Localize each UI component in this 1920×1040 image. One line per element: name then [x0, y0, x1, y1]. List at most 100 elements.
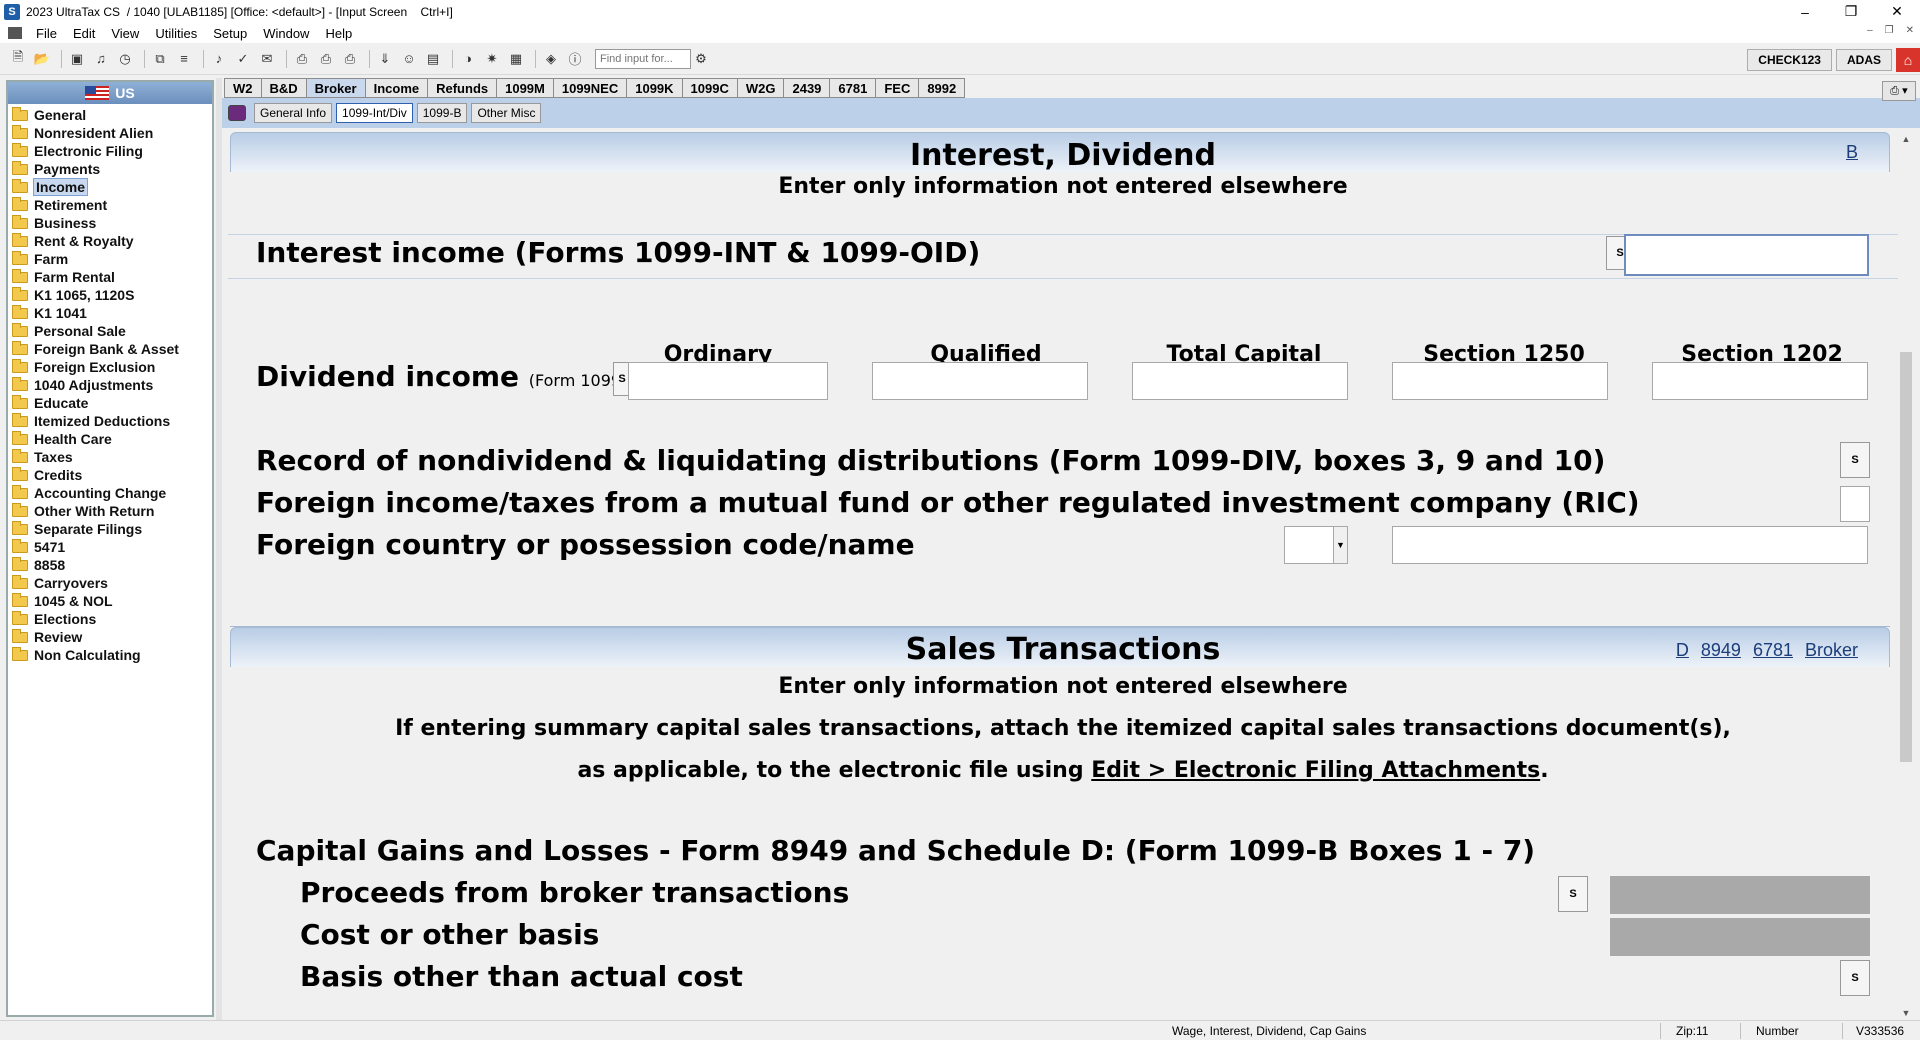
folder-item-nonresident-alien[interactable]: Nonresident Alien — [8, 124, 212, 142]
tab-refunds[interactable]: Refunds — [427, 78, 497, 98]
folder-item-1045-nol[interactable]: 1045 & NOL — [8, 592, 212, 610]
menu-view[interactable]: View — [103, 26, 147, 41]
foreign-country-name-input[interactable] — [1392, 526, 1868, 564]
folder-item-foreign-exclusion[interactable]: Foreign Exclusion — [8, 358, 212, 376]
mdi-close-icon[interactable]: ✕ — [1906, 25, 1914, 36]
folder-item-separate-filings[interactable]: Separate Filings — [8, 520, 212, 538]
scroll-thumb[interactable] — [1900, 352, 1912, 762]
chevron-down-icon[interactable]: ▼ — [1333, 527, 1347, 563]
close-icon[interactable]: ✕ — [1874, 0, 1920, 23]
section-1202-input[interactable] — [1652, 362, 1868, 400]
check123-button[interactable]: CHECK123 — [1747, 49, 1832, 71]
network-icon[interactable]: ◈ — [541, 49, 561, 69]
copy-icon[interactable]: ⧉ — [150, 49, 170, 69]
tab-1099k[interactable]: 1099K — [626, 78, 682, 98]
people-icon[interactable]: ☺ — [399, 49, 419, 69]
find-input[interactable] — [595, 48, 691, 69]
folder-item-other-with-return[interactable]: Other With Return — [8, 502, 212, 520]
tab-1099c[interactable]: 1099C — [681, 78, 737, 98]
list-icon[interactable]: ≡ — [174, 49, 194, 69]
print-icon[interactable]: ⎙ — [292, 49, 312, 69]
scroll-up-icon[interactable]: ▲ — [1898, 132, 1914, 146]
folder-item-payments[interactable]: Payments — [8, 160, 212, 178]
adas-button[interactable]: ADAS — [1835, 49, 1892, 71]
browser-icon[interactable]: ◑ — [458, 49, 478, 69]
tab-b-d[interactable]: B&D — [260, 78, 306, 98]
schedule-b-link[interactable]: B — [1846, 142, 1858, 163]
mdi-restore-icon[interactable]: ❐ — [1885, 25, 1894, 36]
folder-item-carryovers[interactable]: Carryovers — [8, 574, 212, 592]
subtab-1099-int-div[interactable]: 1099-Int/Div — [336, 103, 413, 123]
tab-income[interactable]: Income — [364, 78, 428, 98]
tab-broker[interactable]: Broker — [305, 78, 365, 98]
print-preview-icon[interactable]: ⎙ — [316, 49, 336, 69]
folder-item-foreign-bank-asset[interactable]: Foreign Bank & Asset — [8, 340, 212, 358]
folder-item-elections[interactable]: Elections — [8, 610, 212, 628]
folder-item-review[interactable]: Review — [8, 628, 212, 646]
folder-item-taxes[interactable]: Taxes — [8, 448, 212, 466]
folder-item-k1-1065-1120s[interactable]: K1 1065, 1120S — [8, 286, 212, 304]
broker-link[interactable]: Broker — [1805, 640, 1858, 661]
tab-fec[interactable]: FEC — [875, 78, 919, 98]
form-icon[interactable]: ▤ — [423, 49, 443, 69]
section-1250-input[interactable] — [1392, 362, 1608, 400]
total-capital-gains-input[interactable] — [1132, 362, 1348, 400]
minimize-icon[interactable]: – — [1782, 0, 1828, 23]
tab-w2g[interactable]: W2G — [736, 78, 784, 98]
document-icon[interactable] — [8, 27, 22, 39]
folder-item-retirement[interactable]: Retirement — [8, 196, 212, 214]
menu-file[interactable]: File — [28, 26, 65, 41]
folder-item-1040-adjustments[interactable]: 1040 Adjustments — [8, 376, 212, 394]
folder-item-income[interactable]: Income — [8, 178, 212, 196]
clock-icon[interactable]: ◷ — [115, 49, 135, 69]
menu-setup[interactable]: Setup — [205, 26, 255, 41]
menu-window[interactable]: Window — [255, 26, 317, 41]
folder-item-general[interactable]: General — [8, 106, 212, 124]
tab-w2[interactable]: W2 — [224, 78, 261, 98]
help-icon[interactable]: ⓘ — [565, 49, 585, 69]
folder-item-accounting-change[interactable]: Accounting Change — [8, 484, 212, 502]
calculator-icon[interactable]: ▦ — [506, 49, 526, 69]
folder-item-electronic-filing[interactable]: Electronic Filing — [8, 142, 212, 160]
folder-item-personal-sale[interactable]: Personal Sale — [8, 322, 212, 340]
vertical-scrollbar[interactable]: ▲ ▼ — [1898, 132, 1914, 1020]
find-go-icon[interactable]: ⚙ — [691, 49, 711, 69]
interest-income-input[interactable] — [1624, 234, 1869, 276]
folder-item-k1-1041[interactable]: K1 1041 — [8, 304, 212, 322]
foreign-income-ric-checkbox[interactable] — [1840, 486, 1870, 522]
folder-item-8858[interactable]: 8858 — [8, 556, 212, 574]
menu-edit[interactable]: Edit — [65, 26, 103, 41]
schedule-d-link[interactable]: D — [1676, 640, 1689, 661]
folder-item-farm-rental[interactable]: Farm Rental — [8, 268, 212, 286]
book-icon[interactable] — [228, 105, 246, 121]
folder-item-credits[interactable]: Credits — [8, 466, 212, 484]
folder-item-business[interactable]: Business — [8, 214, 212, 232]
form-8949-link[interactable]: 8949 — [1701, 640, 1741, 661]
nondividend-statement-button[interactable]: S — [1840, 442, 1870, 478]
qualified-dividends-input[interactable] — [872, 362, 1088, 400]
restore-icon[interactable]: ❐ — [1828, 0, 1874, 23]
foreign-country-code-select[interactable]: ▼ — [1284, 526, 1348, 564]
menu-utilities[interactable]: Utilities — [147, 26, 205, 41]
folder-item-5471[interactable]: 5471 — [8, 538, 212, 556]
proceeds-statement-button[interactable]: S — [1558, 876, 1588, 912]
print-batch-icon[interactable]: ⎙ — [340, 49, 360, 69]
tab-8992[interactable]: 8992 — [918, 78, 966, 98]
ordinary-dividends-input[interactable] — [628, 362, 828, 400]
open-folder-icon[interactable]: 📂 — [32, 49, 52, 69]
subtab-1099-b[interactable]: 1099-B — [416, 103, 468, 123]
folder-item-rent-royalty[interactable]: Rent & Royalty — [8, 232, 212, 250]
folder-item-non-calculating[interactable]: Non Calculating — [8, 646, 212, 664]
subtab-general-info[interactable]: General Info — [254, 103, 333, 123]
music-note-icon[interactable]: ♫ — [91, 49, 111, 69]
checkmark-icon[interactable]: ✓ — [233, 49, 253, 69]
folder-item-educate[interactable]: Educate — [8, 394, 212, 412]
subtab-other-misc[interactable]: Other Misc — [471, 103, 542, 123]
new-file-icon[interactable]: 🗎 — [8, 49, 28, 69]
tab-1099m[interactable]: 1099M — [496, 78, 553, 98]
envelope-icon[interactable]: ✉ — [257, 49, 277, 69]
ef-attachments-link[interactable]: Edit > Electronic Filing Attachments — [1091, 758, 1540, 783]
tab-6781[interactable]: 6781 — [829, 78, 876, 98]
scroll-down-icon[interactable]: ▼ — [1898, 1006, 1914, 1020]
menu-help[interactable]: Help — [317, 26, 360, 41]
